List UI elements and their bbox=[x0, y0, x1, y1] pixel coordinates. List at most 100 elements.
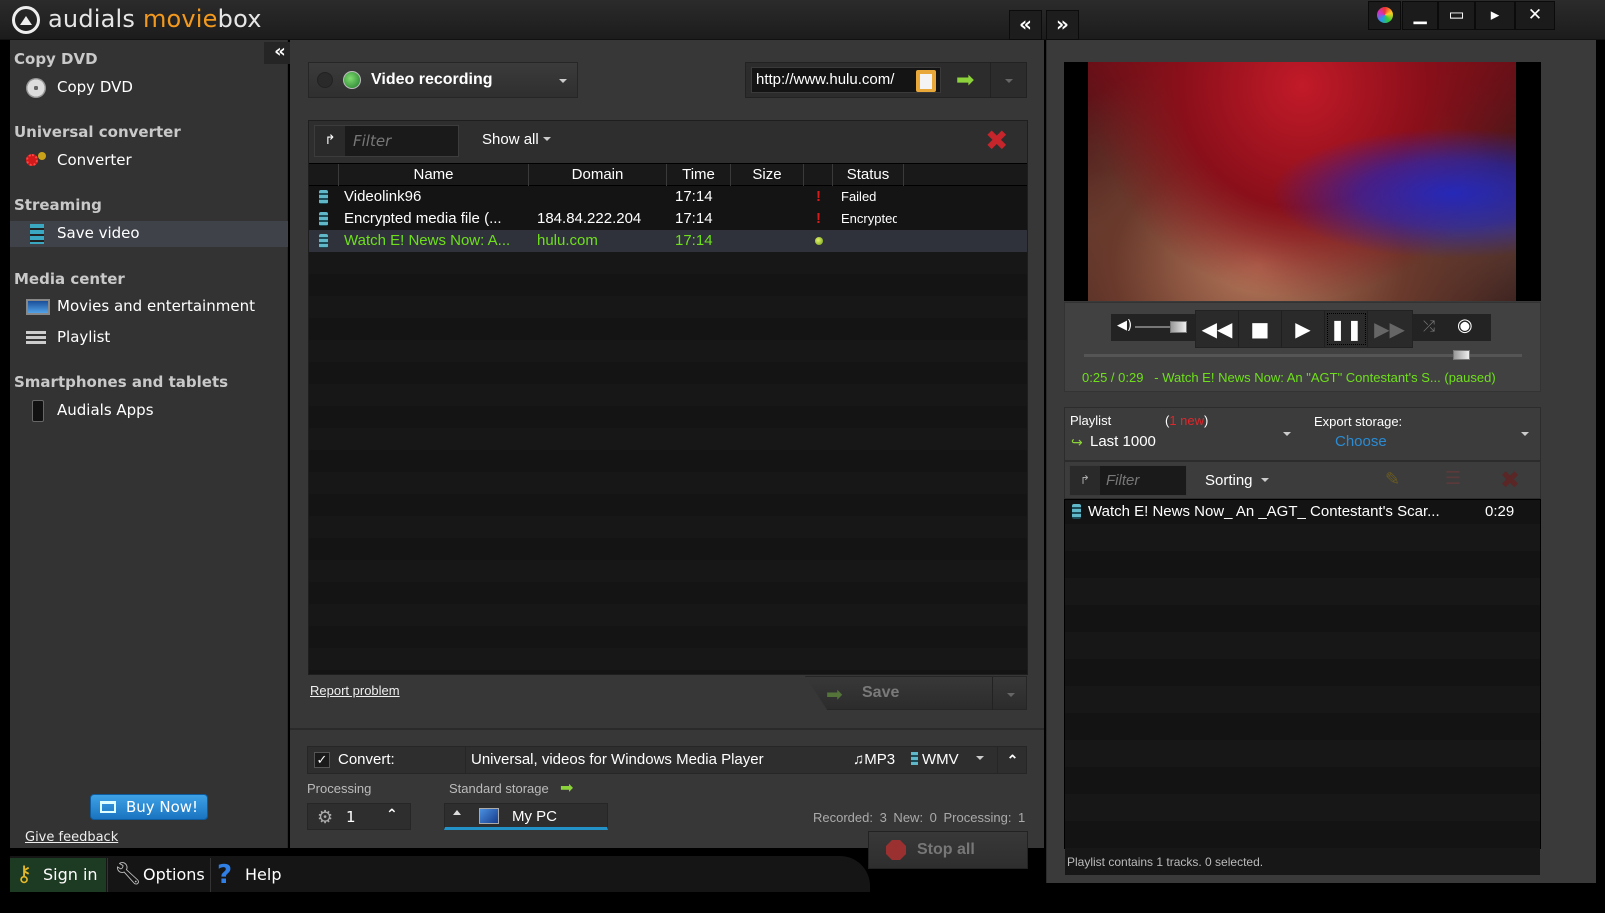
column-header-name[interactable]: Name bbox=[339, 164, 529, 186]
empty-row bbox=[1065, 767, 1540, 794]
skin-color-button[interactable] bbox=[1368, 1, 1401, 30]
pause-button[interactable]: ❚❚ bbox=[1325, 311, 1368, 347]
storage-arrow-icon[interactable]: ➡ bbox=[560, 778, 573, 797]
recordings-filter-input[interactable]: ↱ Filter bbox=[314, 125, 459, 157]
sidebar-heading-media-center: Media center bbox=[14, 270, 125, 288]
mini-player-button[interactable]: ▸ bbox=[1475, 1, 1515, 30]
track-title: Watch E! News Now_ An _AGT_ Contestant's… bbox=[1088, 503, 1440, 520]
options-button[interactable]: 🔧︎ Options bbox=[107, 858, 209, 892]
empty-row bbox=[309, 274, 1027, 296]
player-extra-controls: ⤮ ◉ bbox=[1413, 314, 1491, 341]
column-header-indicator[interactable] bbox=[804, 164, 833, 186]
sidebar-item-playlist[interactable]: Playlist bbox=[10, 325, 288, 351]
column-header-domain[interactable]: Domain bbox=[529, 164, 667, 186]
playlist-selector[interactable]: Last 1000 bbox=[1090, 433, 1156, 450]
table-row-selected[interactable]: Watch E! News Now: A... hulu.com 17:14 bbox=[309, 230, 1027, 252]
playlist-dropdown-icon[interactable] bbox=[1283, 432, 1291, 436]
video-file-icon bbox=[319, 234, 328, 248]
sidebar-item-audials-apps[interactable]: Audials Apps bbox=[10, 398, 288, 424]
clipboard-paste-icon[interactable] bbox=[916, 70, 936, 92]
column-header-icon bbox=[309, 164, 339, 186]
empty-row bbox=[309, 428, 1027, 450]
url-input[interactable]: http://www.hulu.com/ bbox=[751, 67, 941, 93]
column-header-time[interactable]: Time bbox=[667, 164, 731, 186]
nav-back-button[interactable]: « bbox=[1009, 10, 1042, 40]
video-format-label: WMV bbox=[922, 751, 959, 768]
volume-slider-handle[interactable] bbox=[1170, 321, 1188, 333]
video-preview[interactable] bbox=[1064, 62, 1541, 301]
url-history-dropdown[interactable] bbox=[990, 63, 1026, 97]
play-button[interactable]: ▶ bbox=[1282, 311, 1325, 347]
clear-list-icon[interactable]: ✖ bbox=[985, 127, 1008, 155]
expand-convert-button[interactable]: ⌃ bbox=[997, 747, 1027, 773]
playlist-label: Playlist bbox=[1070, 413, 1112, 428]
give-feedback-link[interactable]: Give feedback bbox=[25, 830, 118, 845]
recording-mode-dropdown[interactable]: Video recording bbox=[308, 62, 578, 98]
report-problem-link[interactable]: Report problem bbox=[310, 683, 400, 698]
convert-checkbox[interactable]: ✓ bbox=[314, 752, 330, 768]
sign-in-button[interactable]: ⚷ Sign in bbox=[10, 858, 106, 892]
playlist-filter-input[interactable]: ↱ Filter bbox=[1069, 465, 1187, 496]
help-button[interactable]: ? Help bbox=[210, 858, 290, 892]
minimize-button[interactable]: ▁ bbox=[1402, 1, 1438, 30]
audio-format-badge: ♫MP3 bbox=[853, 751, 896, 768]
recording-counters: Recorded: 3 New: 0 Processing: 1 bbox=[813, 810, 1026, 825]
globe-icon bbox=[343, 71, 361, 89]
remove-from-list-icon[interactable]: ☰ bbox=[1445, 468, 1461, 489]
expand-processing-icon[interactable]: ⌃ bbox=[386, 807, 398, 823]
rewind-button[interactable]: ◀◀ bbox=[1196, 311, 1239, 347]
empty-row bbox=[1065, 632, 1540, 659]
shuffle-icon[interactable]: ⤮ bbox=[1423, 317, 1435, 335]
film-strip-icon bbox=[30, 224, 44, 244]
nav-forward-button[interactable]: » bbox=[1046, 10, 1079, 40]
sidebar-item-save-video[interactable]: Save video bbox=[10, 221, 288, 247]
sidebar-item-copy-dvd[interactable]: Copy DVD bbox=[10, 75, 288, 101]
playlist-status: Playlist contains 1 tracks. 0 selected. bbox=[1067, 855, 1264, 869]
playlist-toolbar: ↱ Filter Sorting ✎ ☰ ✖ bbox=[1064, 461, 1541, 499]
filter-arrow-icon: ↱ bbox=[1070, 466, 1100, 495]
seek-bar-handle[interactable] bbox=[1452, 350, 1470, 360]
sidebar-heading-universal-converter: Universal converter bbox=[14, 123, 181, 141]
save-button[interactable]: ➡ Save bbox=[805, 676, 1027, 710]
playlist-track[interactable]: Watch E! News Now_ An _AGT_ Contestant's… bbox=[1065, 500, 1540, 524]
export-storage-choose-link[interactable]: Choose bbox=[1335, 433, 1387, 450]
playlist-arrow-icon: ↪ bbox=[1071, 434, 1083, 450]
go-arrow-icon[interactable]: ➡ bbox=[956, 68, 974, 93]
video-file-icon bbox=[319, 212, 328, 226]
sorting-label: Sorting bbox=[1205, 472, 1253, 489]
table-row[interactable]: Videolink96 17:14 ! Failed bbox=[309, 186, 1027, 208]
save-options-dropdown[interactable] bbox=[992, 677, 1027, 710]
fast-forward-button[interactable]: ▶▶ bbox=[1368, 311, 1411, 347]
speaker-icon[interactable]: ◀) bbox=[1117, 318, 1132, 333]
table-row[interactable]: Encrypted media file (... 184.84.222.204… bbox=[309, 208, 1027, 230]
stop-button[interactable]: ■ bbox=[1239, 311, 1282, 347]
show-all-dropdown[interactable]: Show all bbox=[482, 131, 551, 148]
export-storage-dropdown-icon[interactable] bbox=[1521, 432, 1529, 436]
empty-row bbox=[1065, 794, 1540, 821]
maximize-button[interactable]: ▭ bbox=[1438, 1, 1475, 30]
column-header-size[interactable]: Size bbox=[731, 164, 804, 186]
processing-threads-control[interactable]: ⚙ 1 ⌃ bbox=[307, 803, 411, 830]
save-arrow-icon: ➡ bbox=[826, 682, 843, 706]
stop-all-label: Stop all bbox=[917, 841, 975, 858]
empty-row bbox=[309, 626, 1027, 648]
chevron-down-icon bbox=[559, 79, 567, 83]
empty-row bbox=[309, 406, 1027, 428]
empty-row bbox=[1065, 713, 1540, 740]
cell-name: Watch E! News Now: A... bbox=[344, 232, 511, 249]
close-button[interactable]: ✕ bbox=[1515, 1, 1555, 30]
sidebar-item-label: Copy DVD bbox=[57, 78, 133, 96]
column-header-status[interactable]: Status bbox=[833, 164, 904, 186]
buy-now-button[interactable]: Buy Now! bbox=[90, 794, 208, 820]
app-title: audials moviebox bbox=[48, 5, 262, 33]
pencil-edit-icon[interactable]: ✎ bbox=[1385, 469, 1400, 490]
delete-icon[interactable]: ✖ bbox=[1500, 466, 1520, 494]
stop-all-button[interactable]: Stop all bbox=[868, 831, 1028, 869]
chevron-down-icon[interactable] bbox=[976, 756, 984, 760]
storage-selector[interactable]: My PC bbox=[444, 803, 608, 830]
stop-hand-icon bbox=[886, 840, 906, 860]
sidebar-item-movies-entertainment[interactable]: Movies and entertainment bbox=[10, 294, 288, 320]
eye-icon[interactable]: ◉ bbox=[1457, 315, 1473, 336]
sidebar-item-converter[interactable]: Converter bbox=[10, 148, 288, 174]
sorting-dropdown[interactable]: Sorting bbox=[1205, 472, 1269, 489]
